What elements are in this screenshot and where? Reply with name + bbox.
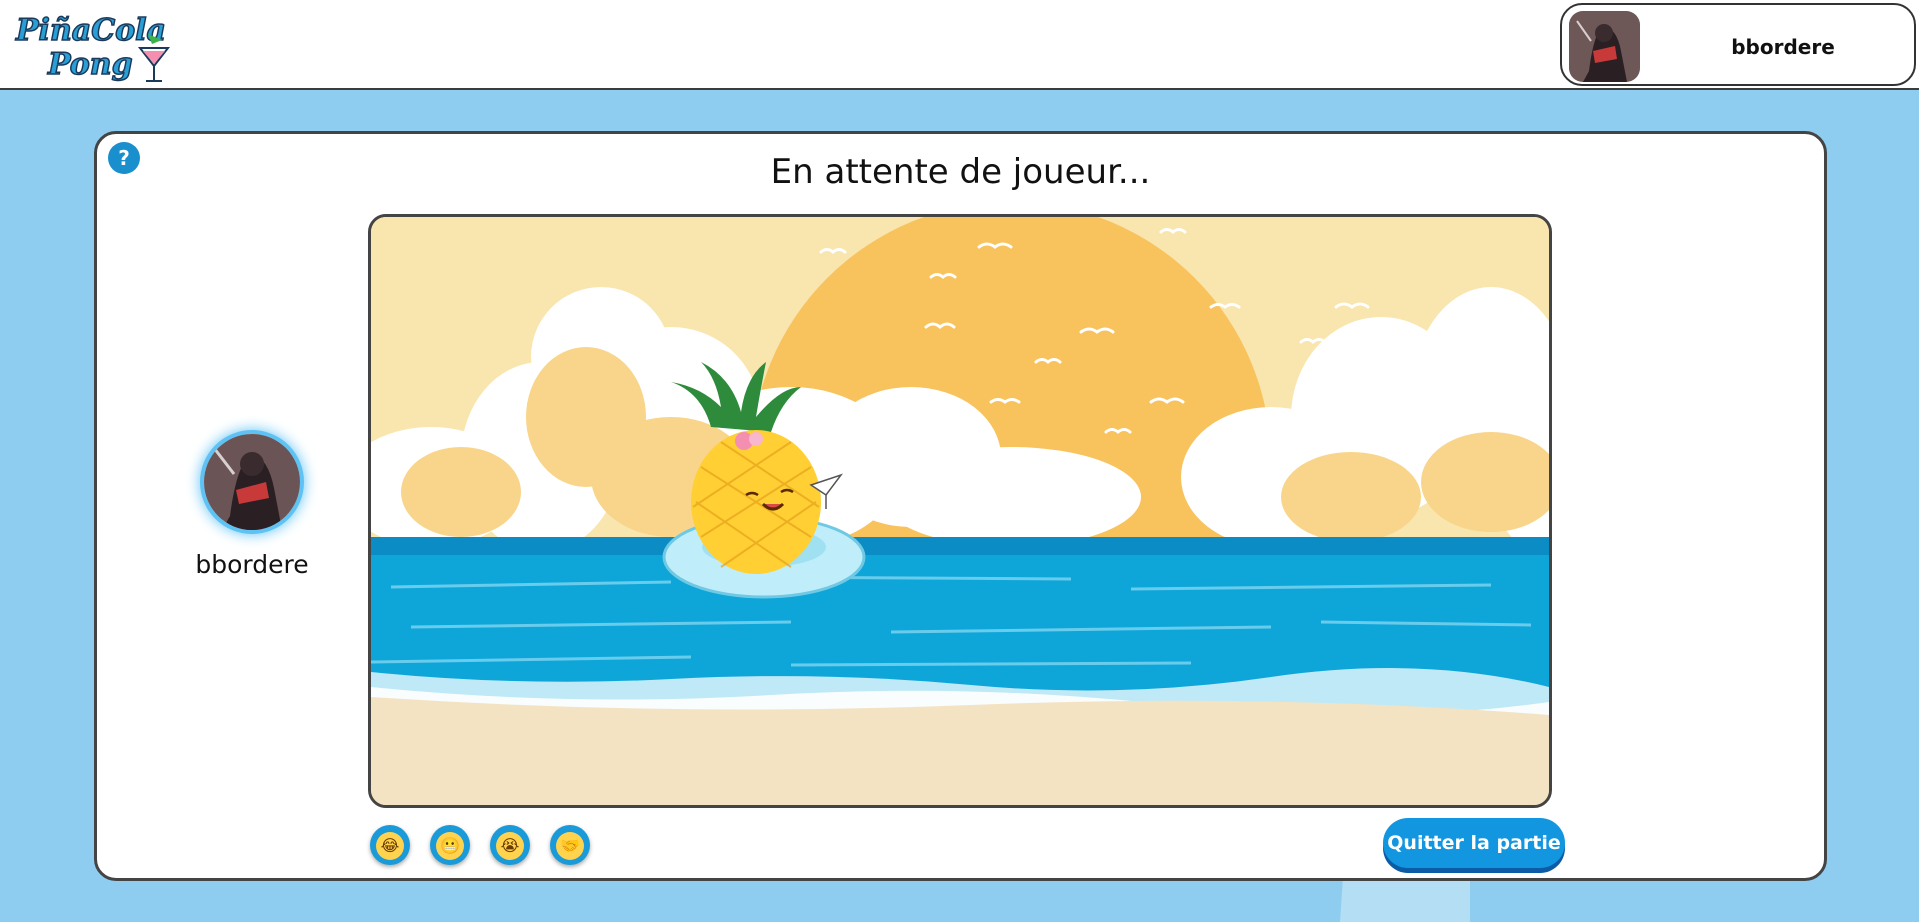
sand [371,697,1549,805]
logo-text-line2: Pong [47,47,133,82]
laughing-emoji-icon[interactable]: 😂 [370,825,410,865]
top-bar: PiñaCola Pong bbordere [0,0,1919,90]
crying-emoji-icon[interactable]: 😭 [490,825,530,865]
grimace-emoji-icon[interactable]: 😬 [430,825,470,865]
handshake-emoji-icon[interactable]: 🤝 [550,825,590,865]
quit-game-button[interactable]: Quitter la partie [1383,818,1565,868]
waiting-title: En attente de joueur... [770,152,1151,192]
game-stage-illustration [368,214,1552,808]
game-lobby-card: ? En attente de joueur... bbordere 😂 😬 😭… [94,131,1827,881]
player-name: bbordere [195,550,309,579]
player-card: bbordere [152,434,352,579]
username: bbordere [1731,35,1835,59]
user-profile-chip[interactable]: bbordere [1560,3,1916,86]
player-avatar [204,434,300,530]
user-avatar[interactable] [1569,11,1640,82]
logo-text-line1: PiñaCola [15,13,166,48]
pinacola-pong-logo[interactable]: PiñaCola Pong [12,4,172,86]
